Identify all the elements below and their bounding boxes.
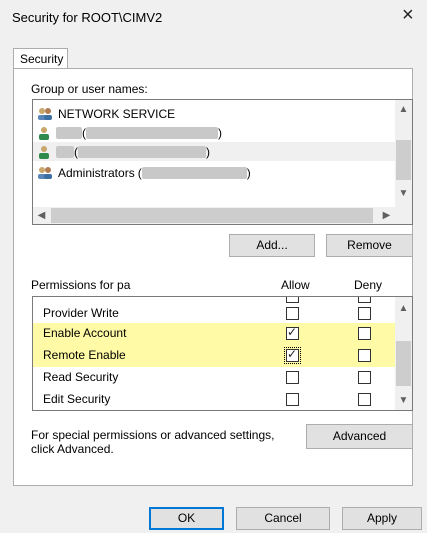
list-item-label: NETWORK SERVICE — [58, 106, 176, 121]
deny-header: Deny — [354, 278, 383, 292]
remove-button[interactable]: Remove — [326, 234, 413, 257]
permission-name: Remote Enable — [43, 348, 126, 362]
permission-row: Enable Account — [33, 323, 395, 345]
redacted-account — [86, 126, 218, 139]
tab-security[interactable]: Security — [13, 48, 68, 69]
window-title: Security for ROOT\CIMV2 — [12, 10, 163, 25]
close-icon[interactable]: × — [402, 5, 414, 25]
permission-row: Provider Write — [33, 303, 395, 325]
list-item[interactable]: ( ) — [37, 123, 387, 142]
list-item-label: Administrators — [58, 165, 135, 180]
allow-header: Allow — [281, 278, 310, 292]
allow-checkbox[interactable] — [286, 325, 299, 340]
allow-checkbox[interactable] — [284, 347, 301, 364]
deny-checkbox[interactable] — [358, 371, 371, 384]
allow-checkbox[interactable] — [286, 297, 299, 303]
vertical-scrollbar[interactable]: ▲ ▼ — [395, 100, 412, 207]
allow-checkbox[interactable] — [286, 371, 299, 384]
scrollbar-thumb[interactable] — [396, 140, 411, 180]
deny-checkbox[interactable] — [358, 327, 371, 340]
group-user-list[interactable]: NETWORK SERVICE ( ) ( ) Administrators (… — [32, 99, 413, 225]
scroll-down-icon[interactable]: ▼ — [395, 188, 412, 200]
redacted-account — [78, 145, 206, 158]
redacted-name — [56, 145, 74, 158]
scroll-left-icon[interactable]: ◀ — [33, 210, 50, 222]
user-icon — [39, 126, 49, 140]
deny-checkbox[interactable] — [358, 297, 371, 303]
group-names-label: Group or user names: — [31, 82, 148, 96]
group-icon — [38, 107, 52, 120]
permission-row: Read Security — [33, 367, 395, 389]
scroll-right-icon[interactable]: ▶ — [378, 210, 395, 222]
apply-button[interactable]: Apply — [342, 507, 422, 530]
list-item[interactable]: Administrators ( ) — [37, 163, 387, 182]
permissions-list[interactable]: Provider Write Enable Account Remote Ena… — [32, 296, 413, 411]
permission-name: Edit Security — [43, 392, 111, 406]
paren-close: ) — [206, 144, 210, 159]
permission-name: Enable Account — [43, 326, 127, 340]
paren-close: ) — [246, 165, 251, 180]
add-button[interactable]: Add... — [229, 234, 315, 257]
redacted-name — [56, 126, 82, 139]
deny-checkbox[interactable] — [358, 349, 371, 362]
paren-close: ) — [218, 125, 222, 140]
advanced-button[interactable]: Advanced — [306, 424, 413, 449]
cancel-button[interactable]: Cancel — [236, 507, 330, 530]
scrollbar-thumb[interactable] — [51, 208, 373, 223]
scroll-up-icon[interactable]: ▲ — [395, 104, 412, 116]
scroll-down-icon[interactable]: ▼ — [395, 395, 412, 407]
permission-row: Edit Security — [33, 389, 395, 410]
list-item[interactable]: NETWORK SERVICE — [37, 104, 387, 123]
permission-name: Provider Write — [43, 306, 119, 320]
user-icon — [39, 145, 49, 159]
deny-checkbox[interactable] — [358, 393, 371, 406]
scroll-up-icon[interactable]: ▲ — [395, 303, 412, 315]
ok-button[interactable]: OK — [149, 507, 224, 530]
permission-row: Remote Enable — [33, 345, 395, 367]
list-item[interactable]: ( ) — [33, 142, 395, 161]
advanced-hint-line1: For special permissions or advanced sett… — [31, 428, 275, 442]
scrollbar-thumb[interactable] — [396, 341, 411, 386]
allow-checkbox[interactable] — [286, 393, 299, 406]
redacted-account — [141, 166, 247, 179]
permission-name: Read Security — [43, 370, 119, 384]
permissions-label: Permissions for pa — [31, 278, 131, 292]
allow-checkbox[interactable] — [286, 307, 299, 320]
horizontal-scrollbar[interactable]: ◀ ▶ — [33, 207, 395, 224]
advanced-hint-line2: click Advanced. — [31, 442, 114, 456]
deny-checkbox[interactable] — [358, 307, 371, 320]
vertical-scrollbar[interactable]: ▲ ▼ — [395, 297, 412, 410]
scrollbar-corner — [395, 207, 412, 224]
group-icon — [38, 166, 52, 179]
